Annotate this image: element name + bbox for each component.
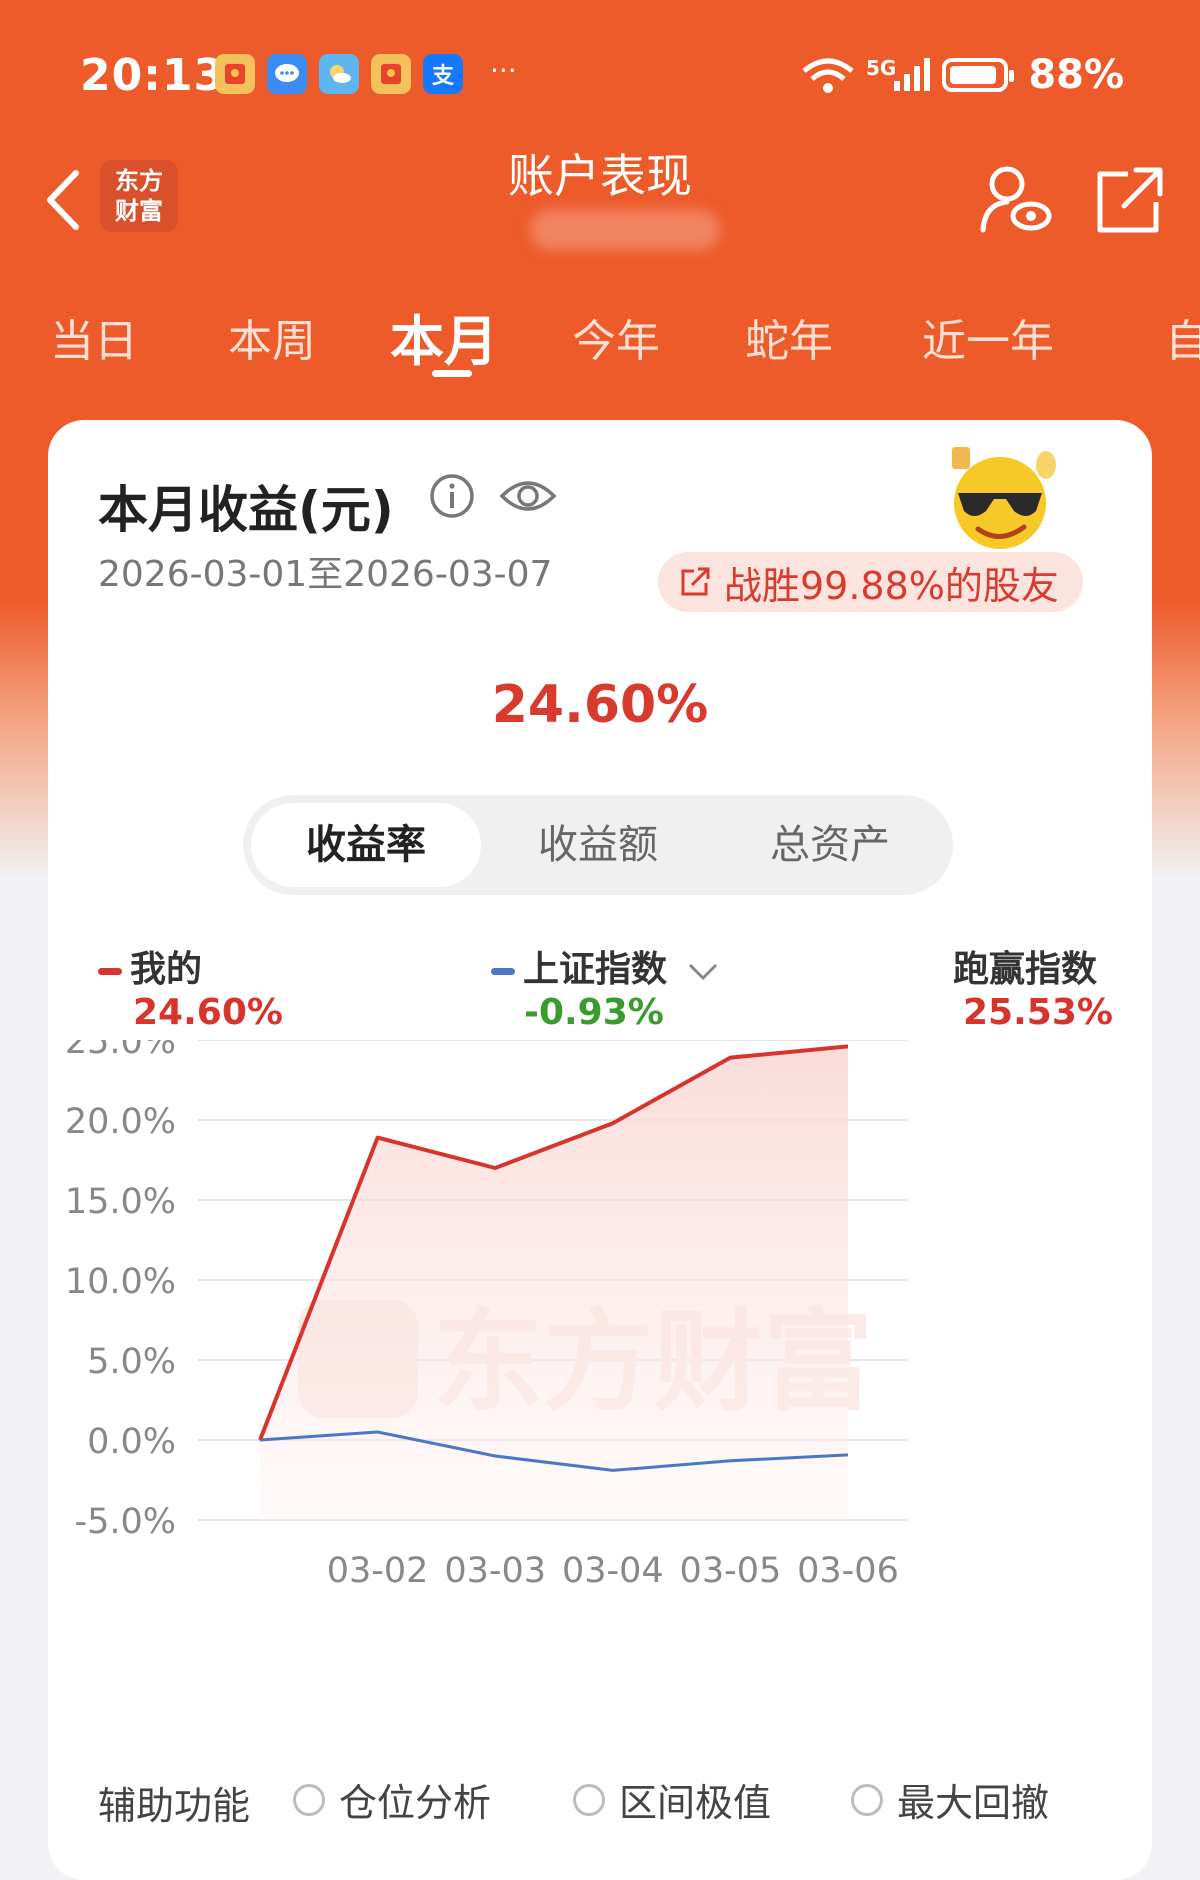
radio-unchecked-icon: [573, 1784, 605, 1816]
y-tick-label: 0.0%: [87, 1422, 176, 1462]
weather-icon: [319, 54, 359, 94]
legend-outperform-label: 跑赢指数: [953, 940, 1097, 992]
red-packet-icon: [371, 54, 411, 94]
monthly-return-percent: 24.60%: [48, 675, 1152, 735]
signal-icon: [892, 57, 932, 93]
battery-level: 88%: [1028, 52, 1124, 98]
return-line-chart: 东方财富 25.0%20.0%15.0%10.0%5.0%0.0%-5.0%03…: [48, 1040, 1152, 1640]
segment-return-amount[interactable]: 收益额: [483, 803, 713, 887]
date-range: 2026-03-01至2026-03-07: [98, 545, 552, 597]
tab-this-month[interactable]: 本月: [390, 297, 498, 376]
tab-snake-year[interactable]: 蛇年: [745, 305, 833, 369]
x-tick-label: 03-06: [797, 1551, 899, 1591]
tab-custom[interactable]: 自: [1165, 305, 1200, 369]
status-time: 20:13: [80, 50, 225, 101]
metric-segmented-control: 收益率 收益额 总资产: [243, 795, 953, 895]
x-tick-label: 03-03: [444, 1551, 546, 1591]
wifi-icon: [800, 55, 856, 95]
legend-mine: 我的: [98, 940, 202, 992]
more-notifications: ···: [490, 54, 517, 87]
legend-index-label: 上证指数: [523, 949, 667, 990]
option-range-extremes[interactable]: 区间极值: [573, 1772, 771, 1827]
y-tick-label: 20.0%: [65, 1102, 176, 1142]
radio-unchecked-icon: [293, 1784, 325, 1816]
account-view-button[interactable]: [975, 160, 1055, 240]
segment-return-rate[interactable]: 收益率: [251, 803, 481, 887]
status-bar: 20:13 支 ··· 5G 88%: [0, 40, 1200, 110]
segment-total-assets[interactable]: 总资产: [715, 803, 945, 887]
legend-index-value: -0.93%: [524, 992, 664, 1033]
option-position-analysis[interactable]: 仓位分析: [293, 1772, 491, 1827]
x-tick-label: 03-02: [327, 1551, 429, 1591]
monthly-return-card: 本月收益(元) 2026-03-01至2026-03-07 战胜99.88%的股…: [48, 420, 1152, 1880]
sunglasses-emoji-icon: [938, 435, 1068, 565]
info-icon[interactable]: [428, 472, 476, 520]
option-label: 仓位分析: [339, 1772, 491, 1827]
period-tabs: 当日 本周 本月 今年 蛇年 近一年 自: [0, 295, 1200, 385]
x-tick-label: 03-04: [562, 1551, 664, 1591]
legend-index-swatch: [491, 968, 515, 975]
option-max-drawdown[interactable]: 最大回撤: [851, 1772, 1049, 1827]
series-area-0: [260, 1046, 848, 1520]
tab-today[interactable]: 当日: [50, 305, 138, 369]
chevron-down-icon: [686, 959, 720, 983]
y-tick-label: 10.0%: [65, 1262, 176, 1302]
aux-functions-label: 辅助功能: [98, 1775, 250, 1830]
tab-this-year[interactable]: 今年: [572, 305, 660, 369]
legend-outperform-value: 25.53%: [963, 992, 1113, 1033]
card-title: 本月收益(元): [98, 470, 394, 542]
tab-this-week[interactable]: 本周: [228, 305, 316, 369]
y-tick-label: 5.0%: [87, 1342, 176, 1382]
legend-mine-label: 我的: [130, 949, 202, 990]
notification-icons: 支: [215, 54, 463, 94]
beat-text: 战胜99.88%的股友: [724, 555, 1059, 610]
share-external-icon: [1090, 160, 1170, 240]
eye-icon[interactable]: [498, 468, 558, 524]
share-icon: [678, 565, 712, 599]
radio-unchecked-icon: [851, 1784, 883, 1816]
tab-last-year[interactable]: 近一年: [922, 305, 1054, 369]
legend-mine-swatch: [98, 968, 122, 975]
y-tick-label: -5.0%: [74, 1502, 176, 1542]
legend-index-selector[interactable]: 上证指数: [491, 940, 720, 992]
system-indicators: 5G 88%: [800, 52, 1124, 98]
x-tick-label: 03-05: [680, 1551, 782, 1591]
option-label: 最大回撤: [897, 1772, 1049, 1827]
share-button[interactable]: [1090, 160, 1170, 240]
y-tick-label: 25.0%: [65, 1040, 176, 1062]
y-tick-label: 15.0%: [65, 1182, 176, 1222]
active-tab-indicator: [432, 370, 472, 377]
option-label: 区间极值: [619, 1772, 771, 1827]
message-icon: [267, 54, 307, 94]
red-packet-icon: [215, 54, 255, 94]
alipay-icon: 支: [423, 54, 463, 94]
beat-percentile-badge[interactable]: 战胜99.88%的股友: [658, 552, 1083, 612]
blurred-account-name: [530, 210, 720, 250]
user-eye-icon: [975, 160, 1055, 240]
legend-mine-value: 24.60%: [133, 992, 283, 1033]
battery-icon: [942, 58, 1008, 92]
